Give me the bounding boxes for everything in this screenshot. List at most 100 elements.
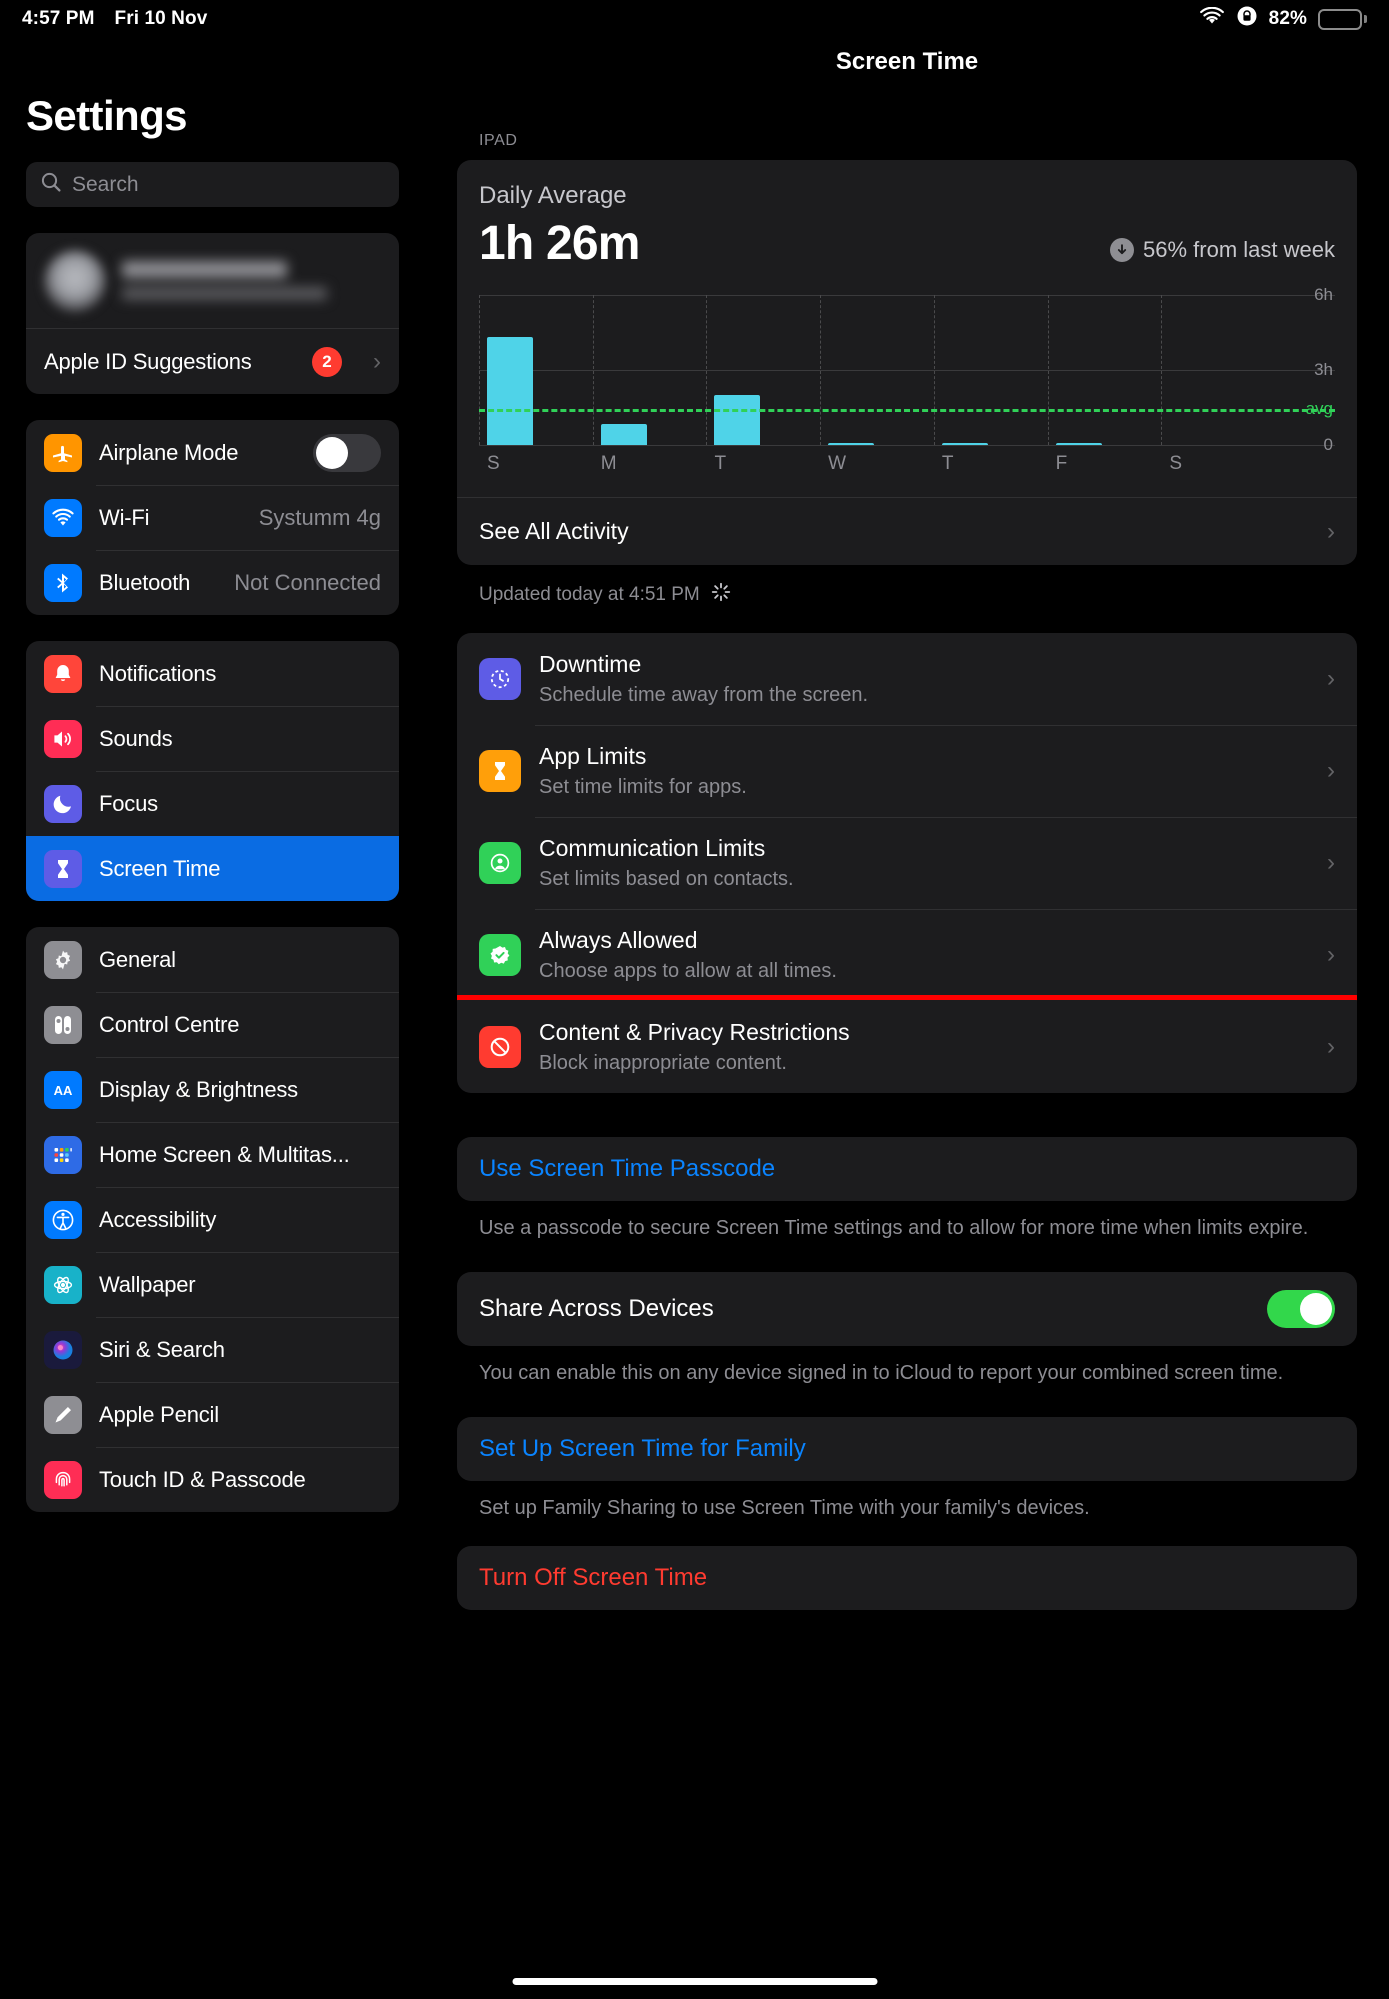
downtime-icon (479, 658, 521, 700)
sidebar-item-label: Wallpaper (99, 1271, 196, 1297)
sidebar-item-label: Siri & Search (99, 1336, 225, 1362)
option-title: Downtime (539, 651, 642, 677)
pencil-icon (44, 1395, 82, 1434)
settings-sidebar[interactable]: Settings Search Apple ID Suggestions 2 › (0, 0, 425, 1999)
sidebar-item-focus[interactable]: Focus (26, 771, 399, 836)
search-placeholder: Search (72, 172, 139, 196)
see-all-activity-row[interactable]: See All Activity › (457, 497, 1357, 565)
moon-icon (44, 784, 82, 823)
x-tick: F (1055, 453, 1068, 474)
option-row-communication-limits[interactable]: Communication Limits Set limits based on… (457, 817, 1357, 909)
status-bar-left: 4:57 PM Fri 10 Nov (22, 8, 207, 30)
set-up-family-label: Set Up Screen Time for Family (479, 1435, 806, 1462)
x-tick: T (714, 453, 727, 474)
chevron-right-icon: › (1327, 849, 1335, 876)
weekly-delta: 56% from last week (1110, 237, 1335, 271)
sidebar-item-wallpaper[interactable]: Wallpaper (26, 1252, 399, 1317)
family-footnote: Set up Family Sharing to use Screen Time… (479, 1497, 1090, 1519)
option-row-app-limits[interactable]: App Limits Set time limits for apps. › (457, 725, 1357, 817)
check-badge-icon (479, 934, 521, 976)
share-across-devices-row[interactable]: Share Across Devices (457, 1272, 1357, 1346)
set-up-family-button[interactable]: Set Up Screen Time for Family (457, 1417, 1357, 1481)
sidebar-item-label: General (99, 946, 176, 972)
chart-x-axis-labels: S M T W T F S (479, 453, 1275, 475)
sidebar-item-control-centre[interactable]: Control Centre (26, 992, 399, 1057)
x-tick: S (487, 453, 500, 474)
share-across-devices-toggle[interactable] (1267, 1290, 1335, 1328)
sidebar-item-label: Touch ID & Passcode (99, 1466, 306, 1492)
no-entry-icon (479, 1026, 521, 1068)
y-axis-tick-3h: 3h (1314, 360, 1333, 379)
option-subtitle: Set limits based on contacts. (539, 868, 794, 890)
share-across-devices-label: Share Across Devices (479, 1295, 714, 1322)
sidebar-item-label: Screen Time (99, 855, 221, 881)
passcode-footnote: Use a passcode to secure Screen Time set… (479, 1217, 1309, 1239)
sidebar-item-sounds[interactable]: Sounds (26, 706, 399, 771)
sidebar-item-notifications[interactable]: Notifications (26, 641, 399, 706)
x-tick: T (941, 453, 954, 474)
screen-time-bar-chart: 6h 3h avg 0 (479, 285, 1335, 454)
sliders-icon (44, 1005, 82, 1044)
sidebar-item-airplane-mode[interactable]: Airplane Mode (26, 420, 399, 485)
x-tick: S (1169, 453, 1182, 474)
weekly-delta-text: 56% from last week (1143, 237, 1335, 262)
sidebar-item-general[interactable]: General (26, 927, 399, 992)
svg-text:AA: AA (54, 1083, 73, 1098)
status-badge: 2 (312, 346, 342, 377)
option-title: Always Allowed (539, 927, 698, 953)
sidebar-item-touch-id-passcode[interactable]: Touch ID & Passcode (26, 1447, 399, 1512)
option-subtitle: Schedule time away from the screen. (539, 684, 869, 706)
hourglass-icon (479, 750, 521, 792)
sidebar-item-label: Control Centre (99, 1011, 240, 1037)
bluetooth-icon (44, 563, 82, 602)
option-row-always-allowed[interactable]: Always Allowed Choose apps to allow at a… (457, 909, 1357, 1001)
sidebar-item-label: Focus (99, 790, 158, 816)
speaker-icon (44, 719, 82, 758)
y-axis-tick-6h: 6h (1314, 285, 1333, 304)
bluetooth-status-value: Not Connected (234, 569, 381, 595)
sidebar-item-apple-id-suggestions[interactable]: Apple ID Suggestions 2 › (26, 329, 399, 394)
section-header-ipad: IPAD (479, 132, 518, 149)
sidebar-item-apple-pencil[interactable]: Apple Pencil (26, 1382, 399, 1447)
sidebar-item-label: Home Screen & Multitas... (99, 1141, 350, 1167)
sidebar-item-wifi[interactable]: Wi-Fi Systumm 4g (26, 485, 399, 550)
see-all-activity-label: See All Activity (479, 518, 629, 544)
option-subtitle: Choose apps to allow at all times. (539, 960, 837, 982)
option-row-downtime[interactable]: Downtime Schedule time away from the scr… (457, 633, 1357, 725)
status-bar-right: 82% (1199, 5, 1367, 33)
sidebar-item-label: Apple ID Suggestions (44, 348, 252, 374)
updated-status: Updated today at 4:51 PM (479, 581, 1357, 609)
system-group: Notifications Sounds Focus Screen Time (26, 641, 399, 901)
status-bar: 4:57 PM Fri 10 Nov 82% (0, 0, 1389, 38)
daily-average-label: Daily Average (479, 182, 627, 209)
sidebar-item-label: Apple Pencil (99, 1401, 219, 1427)
page-title: Settings (26, 92, 187, 139)
sidebar-item-bluetooth[interactable]: Bluetooth Not Connected (26, 550, 399, 615)
sidebar-item-home-screen-multitasking[interactable]: Home Screen & Multitas... (26, 1122, 399, 1187)
grid-icon (44, 1135, 82, 1174)
sidebar-item-label: Wi-Fi (99, 504, 150, 530)
apple-id-account-row[interactable] (26, 233, 399, 329)
sidebar-item-screen-time[interactable]: Screen Time (26, 836, 399, 901)
sidebar-item-display-brightness[interactable]: AA Display & Brightness (26, 1057, 399, 1122)
airplane-mode-toggle[interactable] (313, 433, 381, 472)
sidebar-item-accessibility[interactable]: Accessibility (26, 1187, 399, 1252)
use-screen-time-passcode-button[interactable]: Use Screen Time Passcode (457, 1137, 1357, 1201)
loading-spinner-icon (710, 581, 732, 609)
home-indicator[interactable] (512, 1978, 877, 1985)
rotation-lock-icon (1236, 5, 1258, 33)
account-name-redacted (122, 261, 327, 300)
option-subtitle: Set time limits for apps. (539, 776, 747, 798)
connectivity-group: Airplane Mode Wi-Fi Systumm 4g Bluetooth… (26, 420, 399, 615)
option-row-content-privacy-restrictions[interactable]: Content & Privacy Restrictions Block ina… (457, 1001, 1357, 1093)
hourglass-icon (44, 849, 82, 888)
turn-off-screen-time-button[interactable]: Turn Off Screen Time (457, 1546, 1357, 1610)
screen-time-options-card: Downtime Schedule time away from the scr… (457, 633, 1357, 1093)
person-circle-icon (479, 842, 521, 884)
ipad-settings-screen: 4:57 PM Fri 10 Nov 82% Settings Search A… (0, 0, 1389, 1999)
wifi-icon (44, 498, 82, 537)
sidebar-item-siri-search[interactable]: Siri & Search (26, 1317, 399, 1382)
search-input[interactable]: Search (26, 162, 399, 207)
chevron-right-icon: › (1327, 941, 1335, 968)
search-icon (40, 171, 62, 198)
